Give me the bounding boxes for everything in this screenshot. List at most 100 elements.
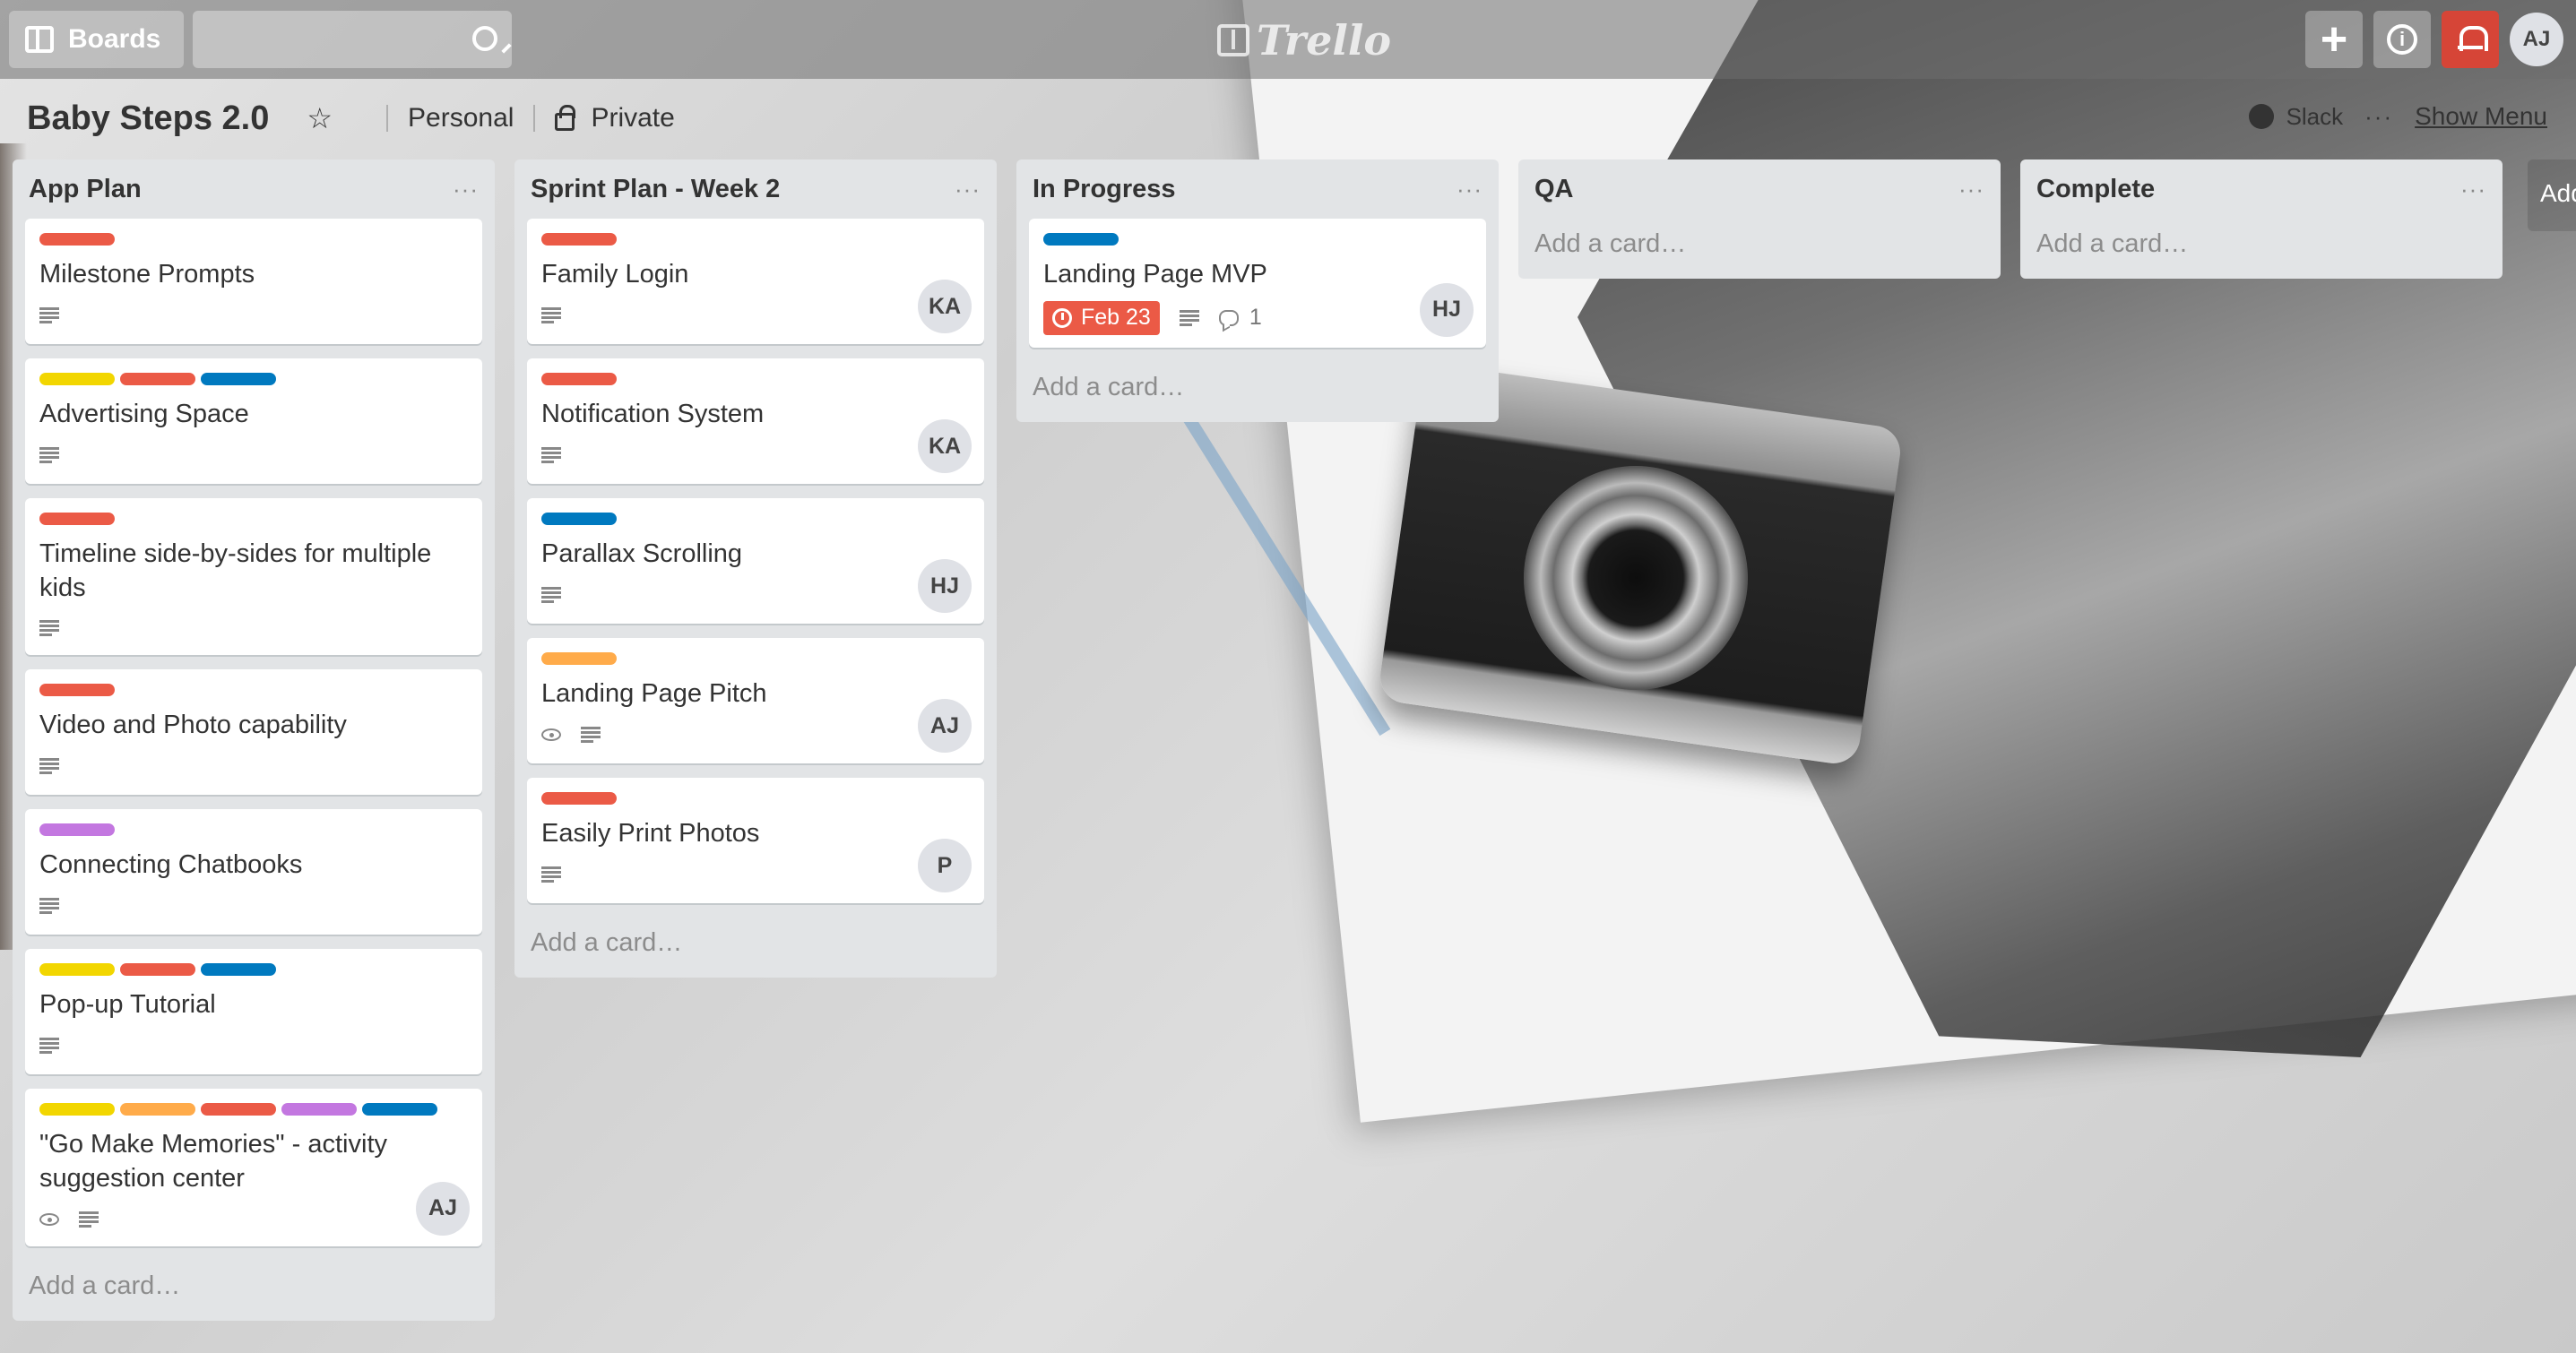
add-card-button[interactable]: Add a card… — [2033, 219, 2490, 271]
add-card-button[interactable]: Add a card… — [1531, 219, 1988, 271]
add-card-button[interactable]: Add a card… — [527, 918, 984, 970]
trello-logo-text: Trello — [1257, 16, 1392, 65]
slack-button[interactable]: Slack — [2248, 103, 2343, 131]
card-label-blue — [201, 373, 276, 385]
star-icon[interactable]: ☆ — [307, 101, 333, 135]
trello-logo[interactable]: Trello — [1217, 16, 1391, 65]
card[interactable]: Connecting Chatbooks — [25, 809, 482, 935]
add-card-button[interactable]: Add a card… — [1029, 362, 1486, 415]
card-badges — [39, 892, 468, 920]
list-title[interactable]: Complete — [2036, 175, 2155, 204]
watch-eye-icon — [541, 728, 561, 741]
header-actions: + i AJ — [2305, 11, 2563, 68]
notifications-button[interactable] — [2442, 11, 2499, 68]
card-labels — [39, 373, 468, 385]
card-title: Timeline side-by-sides for multiple kids — [39, 539, 432, 602]
card[interactable]: Milestone Prompts — [25, 219, 482, 344]
card-label-red — [541, 373, 617, 385]
comment-badge: 1 — [1218, 305, 1262, 331]
list: Sprint Plan - Week 2 ··· Family Login KA Not… — [514, 159, 997, 978]
card-title: Video and Photo capability — [39, 711, 347, 740]
due-date-badge[interactable]: Feb 23 — [1043, 300, 1160, 335]
card-member-avatar[interactable]: P — [918, 839, 972, 892]
card[interactable]: Pop-up Tutorial — [25, 949, 482, 1075]
card-member-avatar[interactable]: HJ — [918, 559, 972, 613]
card-member-avatar[interactable]: KA — [918, 419, 972, 473]
card-badges — [39, 441, 468, 470]
card[interactable]: Advertising Space — [25, 358, 482, 484]
card-label-red — [120, 373, 195, 385]
description-icon — [581, 726, 601, 743]
add-card-button[interactable]: Add a card… — [25, 1261, 482, 1314]
card[interactable]: "Go Make Memories" - activity suggestion… — [25, 1089, 482, 1246]
card[interactable]: Family Login KA — [527, 219, 984, 344]
search-input[interactable] — [186, 11, 500, 68]
card-title: Connecting Chatbooks — [39, 850, 303, 880]
list-menu-icon[interactable]: ··· — [2460, 176, 2486, 203]
card-badges: Feb 23 1 — [1043, 300, 1472, 335]
description-icon — [39, 446, 59, 463]
show-menu-link[interactable]: Show Menu — [2415, 102, 2547, 131]
card[interactable]: Easily Print Photos P — [527, 778, 984, 903]
list-header: Complete ··· — [2033, 159, 2490, 219]
card-title: Advertising Space — [39, 400, 249, 428]
card-title: Parallax Scrolling — [541, 539, 743, 568]
description-icon — [1179, 309, 1199, 326]
card[interactable]: Notification System KA — [527, 358, 984, 484]
list-title[interactable]: Sprint Plan - Week 2 — [531, 175, 780, 204]
list-menu-icon[interactable]: ··· — [1457, 176, 1482, 203]
card[interactable]: Landing Page MVP Feb 23 1 HJ — [1029, 219, 1486, 348]
card-member-avatar[interactable]: HJ — [1420, 282, 1474, 337]
card-badges — [39, 1205, 468, 1234]
card[interactable]: Timeline side-by-sides for multiple kids — [25, 498, 482, 656]
card-title: Easily Print Photos — [541, 819, 760, 848]
divider — [386, 105, 389, 132]
card-member-avatar[interactable]: KA — [918, 280, 972, 333]
list: QA ··· Add a card… — [1518, 159, 2001, 279]
boards-button[interactable]: Boards — [9, 11, 185, 68]
user-avatar[interactable]: AJ — [2510, 13, 2563, 66]
board-title[interactable]: Baby Steps 2.0 — [27, 99, 269, 138]
list-menu-icon[interactable]: ··· — [955, 176, 981, 203]
search-box[interactable] — [186, 11, 513, 68]
list-menu-icon[interactable]: ··· — [453, 176, 479, 203]
card-labels — [39, 513, 468, 525]
create-button[interactable]: + — [2305, 11, 2363, 68]
card-member-avatar[interactable]: AJ — [918, 699, 972, 753]
slack-icon — [2248, 104, 2274, 129]
card[interactable]: Landing Page Pitch AJ — [527, 638, 984, 763]
board-header: Baby Steps 2.0 ☆ Personal Private Slack … — [0, 90, 2576, 147]
list-header: Sprint Plan - Week 2 ··· — [527, 159, 984, 219]
description-icon — [541, 586, 561, 603]
divider — [533, 105, 536, 132]
board-visibility-button[interactable]: Private — [591, 103, 674, 134]
card[interactable]: Parallax Scrolling HJ — [527, 498, 984, 624]
card-member-avatar[interactable]: AJ — [416, 1181, 470, 1236]
card-badges — [541, 860, 970, 889]
card-label-orange — [541, 652, 617, 665]
card-title: Family Login — [541, 260, 689, 289]
card-labels — [541, 373, 970, 385]
card[interactable]: Video and Photo capability — [25, 669, 482, 796]
card-labels — [39, 823, 468, 837]
board-team-button[interactable]: Personal — [408, 103, 514, 134]
description-icon — [39, 758, 59, 775]
description-icon — [39, 306, 59, 323]
list-title[interactable]: App Plan — [29, 175, 142, 204]
card-title: Milestone Prompts — [39, 260, 255, 289]
list-title[interactable]: In Progress — [1033, 175, 1176, 204]
list-title[interactable]: QA — [1534, 175, 1574, 204]
card-label-yellow — [39, 1103, 115, 1116]
card-labels — [39, 963, 468, 977]
info-button[interactable]: i — [2373, 11, 2431, 68]
watch-eye-icon — [39, 1212, 59, 1226]
card-badges — [541, 720, 970, 749]
add-list-button[interactable]: Add — [2528, 159, 2576, 231]
card-badges — [541, 301, 970, 330]
list-header: QA ··· — [1531, 159, 1988, 219]
card-label-orange — [120, 1103, 195, 1116]
card-label-blue — [362, 1103, 437, 1116]
list-menu-icon[interactable]: ··· — [1958, 176, 1984, 203]
card-labels — [39, 1103, 468, 1116]
card-badges — [39, 752, 468, 780]
